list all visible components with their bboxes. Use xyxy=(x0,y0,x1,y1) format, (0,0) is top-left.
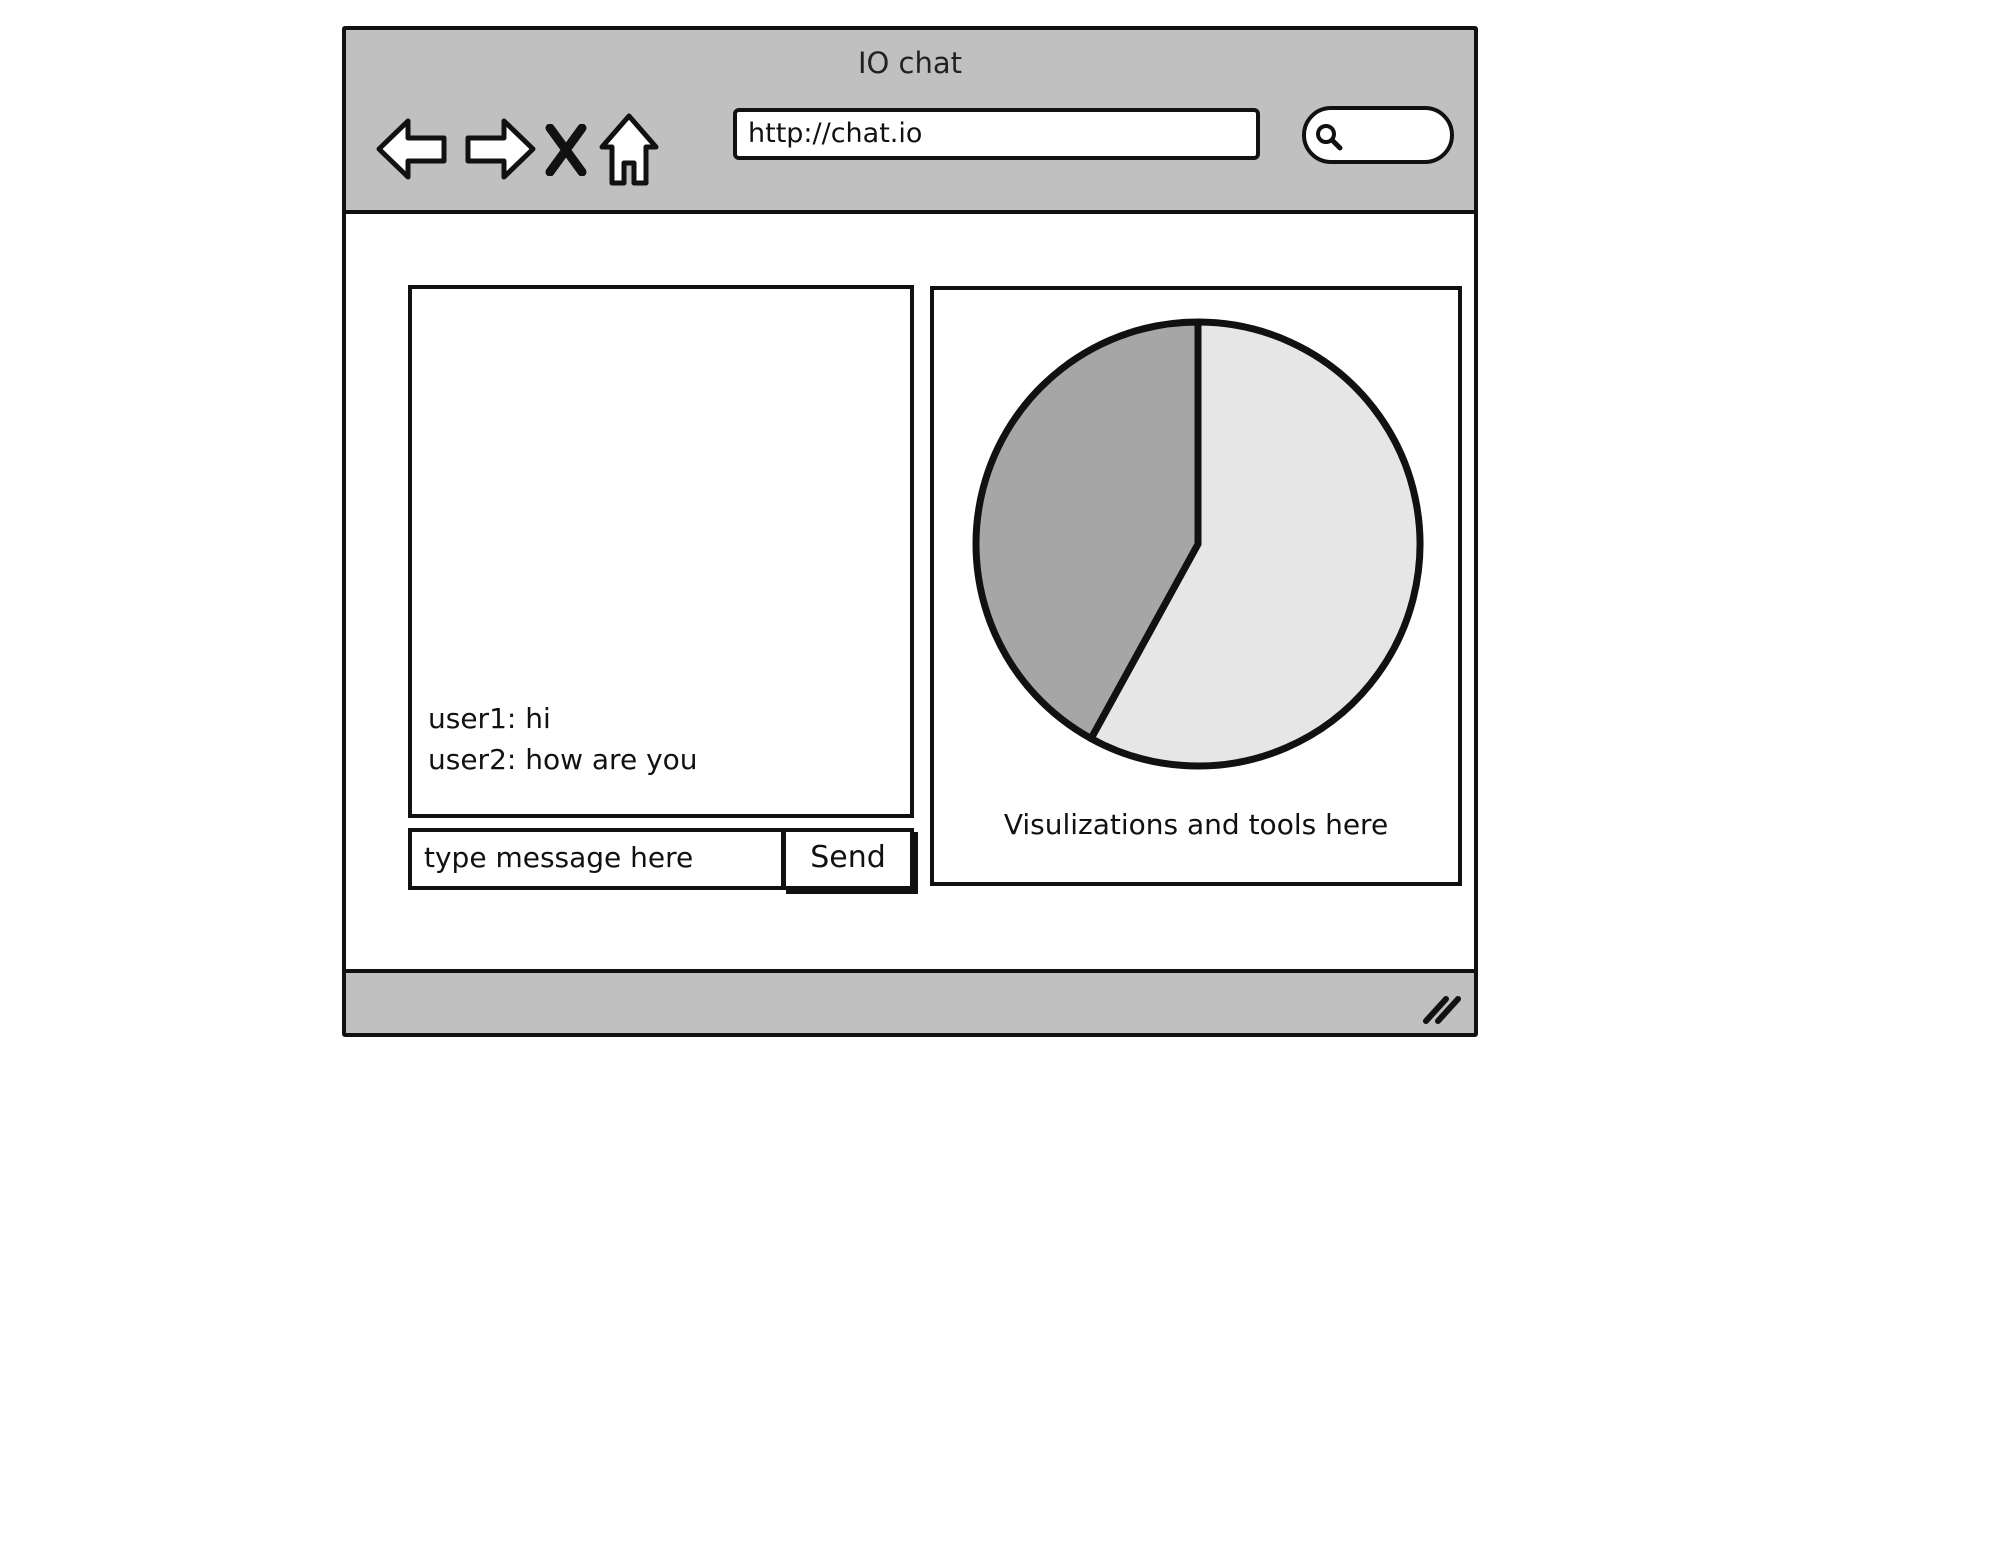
forward-arrow-icon xyxy=(465,118,536,180)
browser-window: IO chat http://chat.io user1: hi user2: … xyxy=(342,26,1478,1037)
resize-grip-icon[interactable] xyxy=(1420,991,1462,1025)
chat-message: user2: how are you xyxy=(428,743,698,776)
pie-chart xyxy=(972,318,1424,770)
close-icon xyxy=(545,124,587,176)
back-button[interactable] xyxy=(372,110,452,190)
stop-button[interactable] xyxy=(538,110,594,190)
visualization-caption: Visulizations and tools here xyxy=(1003,808,1389,841)
chat-log[interactable]: user1: hi user2: how are you xyxy=(408,285,914,818)
status-bar xyxy=(346,969,1474,1033)
message-input[interactable]: type message here xyxy=(408,828,785,890)
search-field[interactable] xyxy=(1302,106,1454,164)
back-arrow-icon xyxy=(376,118,447,180)
home-icon xyxy=(599,113,659,186)
address-bar[interactable]: http://chat.io xyxy=(733,108,1260,160)
visualization-panel: Visulizations and tools here xyxy=(930,286,1462,886)
send-button[interactable]: Send xyxy=(782,828,914,890)
home-button[interactable] xyxy=(594,110,664,190)
window-title: IO chat xyxy=(857,46,963,80)
forward-button[interactable] xyxy=(460,110,540,190)
chat-messages: user1: hi user2: how are you xyxy=(428,698,698,780)
search-icon xyxy=(1316,124,1343,151)
browser-toolbar: IO chat http://chat.io xyxy=(346,30,1474,214)
chat-message: user1: hi xyxy=(428,702,551,735)
